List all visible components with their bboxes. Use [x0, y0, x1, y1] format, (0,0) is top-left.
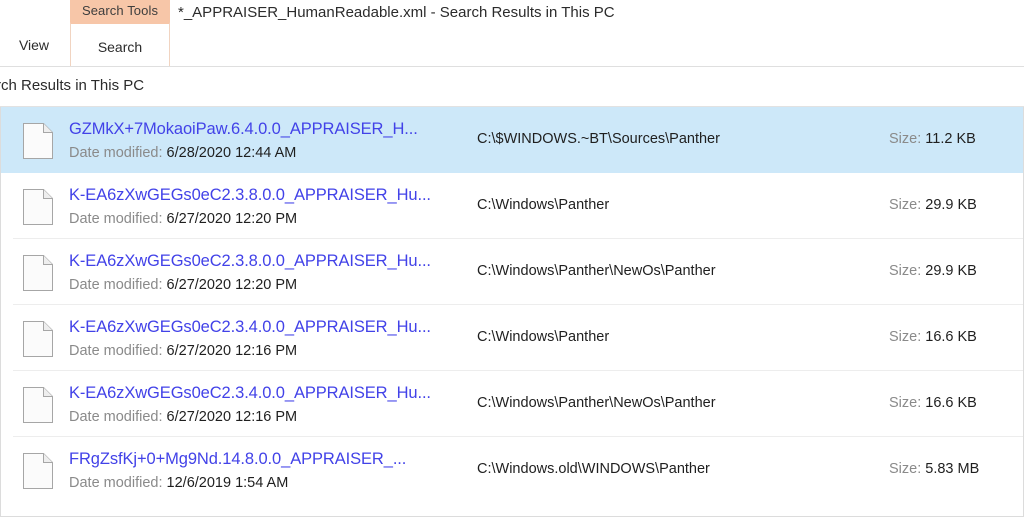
- date-modified-label: Date modified:: [69, 145, 167, 161]
- xml-document-icon: [23, 255, 53, 291]
- file-path: C:\Windows\Panther\NewOs\Panther: [477, 393, 716, 413]
- date-modified-value: 6/27/2020 12:16 PM: [167, 409, 298, 425]
- file-date-modified: Date modified: 6/27/2020 12:16 PM: [69, 341, 297, 361]
- file-date-modified: Date modified: 6/27/2020 12:20 PM: [69, 209, 297, 229]
- xml-document-icon: [23, 189, 53, 225]
- size-value: 16.6 KB: [925, 395, 977, 411]
- date-modified-label: Date modified:: [69, 409, 167, 425]
- ribbon-tab-row: View Search: [0, 22, 1024, 66]
- size-label: Size:: [889, 461, 925, 477]
- file-date-modified: Date modified: 6/27/2020 12:20 PM: [69, 275, 297, 295]
- size-label: Size:: [889, 329, 925, 345]
- tab-view[interactable]: View: [6, 22, 62, 66]
- xml-document-icon: [23, 387, 53, 423]
- xml-document-icon: [23, 321, 53, 357]
- file-name-link[interactable]: FRgZsfKj+0+Mg9Nd.14.8.0.0_APPRAISER_...: [69, 447, 406, 471]
- file-path: C:\Windows\Panther: [477, 195, 609, 215]
- file-path: C:\Windows\Panther\NewOs\Panther: [477, 261, 716, 281]
- file-name-link[interactable]: GZMkX+7MokaoiPaw.6.4.0.0_APPRAISER_H...: [69, 117, 418, 141]
- window-title: *_APPRAISER_HumanReadable.xml - Search R…: [178, 3, 615, 23]
- file-list-row-2[interactable]: K-EA6zXwGEGs0eC2.3.8.0.0_APPRAISER_Hu...…: [1, 239, 1023, 305]
- size-value: 5.83 MB: [925, 461, 979, 477]
- file-name-link[interactable]: K-EA6zXwGEGs0eC2.3.4.0.0_APPRAISER_Hu...: [69, 381, 431, 405]
- tab-search[interactable]: Search: [70, 22, 170, 66]
- file-size: Size: 5.83 MB: [889, 459, 979, 479]
- file-size: Size: 29.9 KB: [889, 195, 977, 215]
- file-size: Size: 16.6 KB: [889, 393, 977, 413]
- file-path: C:\Windows\Panther: [477, 327, 609, 347]
- address-bar[interactable]: rch Results in This PC: [0, 67, 1024, 107]
- date-modified-label: Date modified:: [69, 343, 167, 359]
- file-path: C:\$WINDOWS.~BT\Sources\Panther: [477, 129, 720, 149]
- file-list-row-5[interactable]: FRgZsfKj+0+Mg9Nd.14.8.0.0_APPRAISER_... …: [1, 437, 1023, 503]
- file-list[interactable]: GZMkX+7MokaoiPaw.6.4.0.0_APPRAISER_H... …: [0, 107, 1024, 517]
- file-name-link[interactable]: K-EA6zXwGEGs0eC2.3.8.0.0_APPRAISER_Hu...: [69, 249, 431, 273]
- date-modified-label: Date modified:: [69, 211, 167, 227]
- date-modified-value: 6/27/2020 12:20 PM: [167, 211, 298, 227]
- date-modified-value: 6/28/2020 12:44 AM: [167, 145, 297, 161]
- file-list-row-1[interactable]: K-EA6zXwGEGs0eC2.3.8.0.0_APPRAISER_Hu...…: [1, 173, 1023, 239]
- date-modified-value: 12/6/2019 1:54 AM: [167, 475, 289, 491]
- file-name-link[interactable]: K-EA6zXwGEGs0eC2.3.8.0.0_APPRAISER_Hu...: [69, 183, 431, 207]
- file-explorer-window: Search Tools View Search *_APPRAISER_Hum…: [0, 0, 1024, 518]
- size-label: Size:: [889, 131, 925, 147]
- file-date-modified: Date modified: 6/28/2020 12:44 AM: [69, 143, 296, 163]
- ribbon: Search Tools View Search *_APPRAISER_Hum…: [0, 0, 1024, 67]
- date-modified-label: Date modified:: [69, 277, 167, 293]
- file-path: C:\Windows.old\WINDOWS\Panther: [477, 459, 710, 479]
- size-label: Size:: [889, 263, 925, 279]
- xml-document-icon: [23, 453, 53, 489]
- file-size: Size: 11.2 KB: [889, 129, 976, 149]
- file-name-link[interactable]: K-EA6zXwGEGs0eC2.3.4.0.0_APPRAISER_Hu...: [69, 315, 431, 339]
- size-value: 29.9 KB: [925, 263, 977, 279]
- file-size: Size: 16.6 KB: [889, 327, 977, 347]
- breadcrumb[interactable]: rch Results in This PC: [0, 77, 144, 94]
- xml-document-icon: [23, 123, 53, 159]
- contextual-tab-group-search-tools: Search Tools: [70, 0, 170, 22]
- size-value: 16.6 KB: [925, 329, 977, 345]
- size-label: Size:: [889, 197, 925, 213]
- size-value: 29.9 KB: [925, 197, 977, 213]
- size-label: Size:: [889, 395, 925, 411]
- date-modified-label: Date modified:: [69, 475, 167, 491]
- size-value: 11.2 KB: [925, 131, 976, 147]
- file-size: Size: 29.9 KB: [889, 261, 977, 281]
- file-list-row-3[interactable]: K-EA6zXwGEGs0eC2.3.4.0.0_APPRAISER_Hu...…: [1, 305, 1023, 371]
- file-date-modified: Date modified: 6/27/2020 12:16 PM: [69, 407, 297, 427]
- date-modified-value: 6/27/2020 12:16 PM: [167, 343, 298, 359]
- file-list-row-4[interactable]: K-EA6zXwGEGs0eC2.3.4.0.0_APPRAISER_Hu...…: [1, 371, 1023, 437]
- file-date-modified: Date modified: 12/6/2019 1:54 AM: [69, 473, 288, 493]
- file-list-row-0[interactable]: GZMkX+7MokaoiPaw.6.4.0.0_APPRAISER_H... …: [1, 107, 1023, 173]
- date-modified-value: 6/27/2020 12:20 PM: [167, 277, 298, 293]
